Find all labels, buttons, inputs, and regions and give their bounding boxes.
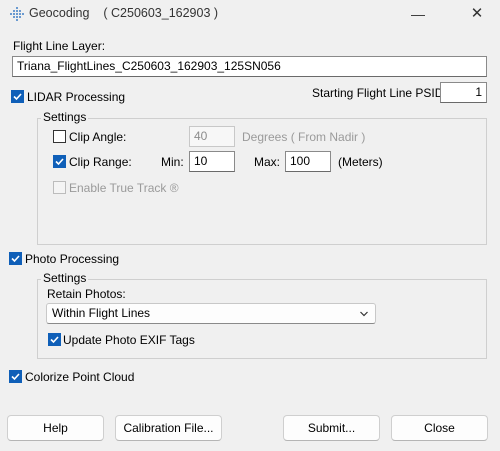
lidar-settings-title: Settings xyxy=(41,110,89,124)
update-exif-checkbox[interactable] xyxy=(48,333,61,346)
colorize-checkbox[interactable] xyxy=(9,370,22,383)
psid-field[interactable]: 1 xyxy=(440,82,487,103)
photo-settings-title: Settings xyxy=(41,271,89,285)
colorize-label: Colorize Point Cloud xyxy=(25,370,135,384)
check-icon xyxy=(13,93,22,101)
clip-range-label: Clip Range: xyxy=(69,155,132,169)
window-title-id: ( C250603_162903 ) xyxy=(103,6,219,20)
clip-range-max-label: Max: xyxy=(254,155,281,169)
clip-angle-field[interactable]: 40 xyxy=(189,126,235,147)
clip-range-max-field[interactable]: 100 xyxy=(285,151,331,172)
check-icon xyxy=(11,255,20,263)
clip-angle-unit: Degrees ( From Nadir ) xyxy=(242,130,366,144)
window-title-name: Geocoding xyxy=(29,6,90,20)
retain-photos-label: Retain Photos: xyxy=(47,287,126,301)
retain-photos-dropdown[interactable]: Within Flight Lines xyxy=(46,303,376,324)
clip-angle-checkbox[interactable] xyxy=(53,130,66,143)
window-title: Geocoding ( C250603_162903 ) xyxy=(29,6,218,20)
check-icon xyxy=(50,336,59,344)
diamond-grid-icon xyxy=(10,7,24,21)
clip-range-min-label: Min: xyxy=(161,155,184,169)
calibration-file-button[interactable]: Calibration File... xyxy=(115,415,222,441)
chevron-down-icon xyxy=(360,311,368,317)
photo-processing-checkbox[interactable] xyxy=(9,252,22,265)
psid-label: Starting Flight Line PSID: xyxy=(312,86,447,100)
update-exif-label: Update Photo EXIF Tags xyxy=(63,333,195,347)
close-button[interactable]: Close xyxy=(391,415,488,441)
clip-range-min-field[interactable]: 10 xyxy=(189,151,235,172)
true-track-label: Enable True Track ® xyxy=(69,181,179,195)
clip-angle-label: Clip Angle: xyxy=(69,130,127,144)
true-track-checkbox[interactable] xyxy=(53,181,66,194)
lidar-processing-label: LIDAR Processing xyxy=(27,90,126,104)
clip-range-unit: (Meters) xyxy=(338,155,383,169)
help-button[interactable]: Help xyxy=(7,415,104,441)
flight-line-layer-label: Flight Line Layer: xyxy=(13,39,106,53)
check-icon xyxy=(55,158,64,166)
clip-range-checkbox[interactable] xyxy=(53,155,66,168)
minimize-button[interactable]: — xyxy=(410,6,426,22)
check-icon xyxy=(11,373,20,381)
photo-processing-label: Photo Processing xyxy=(25,252,120,266)
retain-photos-value: Within Flight Lines xyxy=(52,306,151,320)
submit-button[interactable]: Submit... xyxy=(283,415,380,441)
flight-line-layer-field[interactable]: Triana_FlightLines_C250603_162903_125SN0… xyxy=(12,56,487,77)
close-window-button[interactable]: ✕ xyxy=(467,4,487,24)
lidar-processing-checkbox[interactable] xyxy=(11,90,24,103)
